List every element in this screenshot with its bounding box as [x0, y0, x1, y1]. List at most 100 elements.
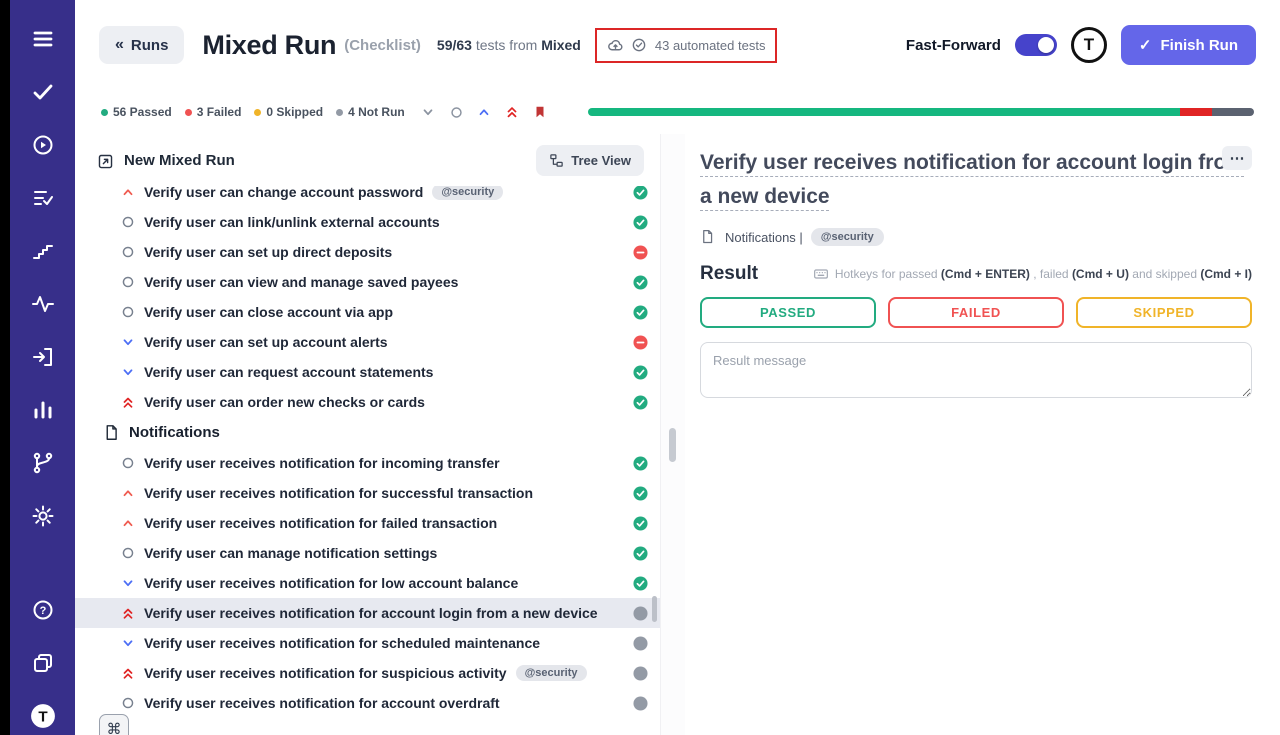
test-row[interactable]: Verify user receives notification for su…	[75, 478, 660, 508]
test-row[interactable]: Verify user can set up direct deposits	[75, 237, 660, 267]
status-icon	[633, 245, 648, 260]
test-title: Verify user can manage notification sett…	[144, 545, 437, 561]
run-stat[interactable]: 4 Not Run	[336, 105, 405, 119]
tree-view-button[interactable]: Tree View	[536, 145, 644, 176]
finish-run-label: Finish Run	[1161, 37, 1239, 54]
run-board-icon	[97, 152, 114, 169]
test-row[interactable]: Verify user receives notification for lo…	[75, 568, 660, 598]
finish-run-button[interactable]: ✓ Finish Run	[1121, 25, 1256, 65]
result-message-input[interactable]	[700, 342, 1252, 398]
status-icon	[633, 456, 648, 471]
bar-chart-icon[interactable]	[30, 397, 56, 423]
run-stat[interactable]: 56 Passed	[101, 105, 172, 119]
test-row[interactable]: Verify user can view and manage saved pa…	[75, 267, 660, 297]
tag-badge[interactable]: @security	[811, 228, 884, 246]
double-chevron-left-icon: «	[115, 36, 124, 54]
logo-icon[interactable]: T	[30, 703, 56, 729]
automated-tests-annotation: 43 automated tests	[595, 28, 778, 63]
tree-view-label: Tree View	[571, 153, 631, 168]
gear-icon[interactable]	[30, 503, 56, 529]
test-row[interactable]: Verify user can request account statemen…	[75, 357, 660, 387]
status-dot	[101, 109, 108, 116]
test-row[interactable]: Verify user can set up account alerts	[75, 327, 660, 357]
test-row[interactable]: Verify user receives notification for in…	[75, 448, 660, 478]
status-dot	[254, 109, 261, 116]
run-list-icon[interactable]	[30, 185, 56, 211]
test-row[interactable]: Verify user receives notification for ac…	[75, 688, 660, 718]
test-row[interactable]: Verify user receives notification for ac…	[75, 598, 660, 628]
fast-forward-toggle[interactable]	[1015, 34, 1057, 56]
status-icon	[633, 395, 648, 410]
breadcrumb: Notifications | @security	[700, 228, 1252, 246]
runs-back-button[interactable]: « Runs	[99, 26, 184, 64]
menu-icon[interactable]	[30, 26, 56, 52]
list-scrollbar-thumb[interactable]	[652, 596, 657, 622]
double-chevron-up-filter-icon[interactable]	[505, 105, 520, 120]
priority-icon	[121, 606, 135, 620]
test-row[interactable]: Verify user can order new checks or card…	[75, 387, 660, 417]
priority-icon	[121, 275, 135, 289]
progress-segment	[1212, 108, 1254, 116]
test-title: Verify user can set up account alerts	[144, 334, 388, 350]
test-title: Verify user receives notification for in…	[144, 455, 500, 471]
status-icon	[633, 576, 648, 591]
check-circle-icon	[631, 37, 648, 54]
priority-icon	[121, 666, 135, 680]
status-icon	[633, 486, 648, 501]
test-row[interactable]: Verify user can link/unlink external acc…	[75, 207, 660, 237]
chevron-up-filter-icon[interactable]	[477, 105, 492, 120]
tests-count-suffix: tests from	[472, 37, 541, 53]
result-heading: Result	[700, 263, 758, 285]
test-row[interactable]: Verify user can change account password …	[75, 186, 660, 207]
test-title: Verify user can order new checks or card…	[144, 394, 425, 410]
file-icon	[700, 229, 717, 246]
progress-segment	[1180, 108, 1212, 116]
svg-text:?: ?	[39, 605, 46, 617]
command-shortcut-button[interactable]: ⌘	[99, 714, 129, 735]
sign-in-icon[interactable]	[30, 344, 56, 370]
status-dot	[336, 109, 343, 116]
testomat-logo[interactable]: T	[1071, 27, 1107, 63]
check-icon[interactable]	[30, 79, 56, 105]
test-row[interactable]: Verify user can close account via app	[75, 297, 660, 327]
test-title: Verify user can set up direct deposits	[144, 244, 392, 260]
chevron-down-filter-icon[interactable]	[421, 105, 436, 120]
test-row[interactable]: Verify user receives notification for su…	[75, 658, 660, 688]
priority-icon	[121, 456, 135, 470]
status-icon	[633, 516, 648, 531]
page-scrollbar-thumb[interactable]	[669, 428, 676, 462]
breadcrumb-suite[interactable]: Notifications |	[725, 230, 803, 245]
suite-row[interactable]: Notifications	[75, 417, 660, 448]
runs-back-label: Runs	[131, 37, 169, 54]
status-icon	[633, 636, 648, 651]
stat-label: 0 Skipped	[266, 105, 323, 119]
activity-icon[interactable]	[30, 291, 56, 317]
test-title: Verify user receives notification for lo…	[144, 575, 518, 591]
priority-icon	[121, 486, 135, 500]
play-circle-icon[interactable]	[30, 132, 56, 158]
copy-icon[interactable]	[30, 650, 56, 676]
test-row[interactable]: Verify user can manage notification sett…	[75, 538, 660, 568]
run-stat[interactable]: 0 Skipped	[254, 105, 323, 119]
test-title: Verify user receives notification for ac…	[144, 695, 500, 711]
status-icon	[633, 275, 648, 290]
circle-filter-icon[interactable]	[449, 105, 464, 120]
mark-passed-button[interactable]: PASSED	[700, 297, 876, 328]
status-dot	[185, 109, 192, 116]
branch-icon[interactable]	[30, 450, 56, 476]
status-bar: 56 Passed 3 Failed 0 Skipped 4 Not Run	[75, 90, 1280, 134]
test-title: Verify user can view and manage saved pa…	[144, 274, 458, 290]
toggle-knob	[1038, 37, 1054, 53]
help-icon[interactable]: ?	[30, 597, 56, 623]
test-row[interactable]: Verify user receives notification for sc…	[75, 628, 660, 658]
more-options-button[interactable]: ⋯	[1222, 146, 1252, 170]
test-detail-title[interactable]: Verify user receives notification for ac…	[700, 146, 1245, 214]
tree-view-icon	[549, 153, 564, 168]
run-stat[interactable]: 3 Failed	[185, 105, 242, 119]
bookmark-icon[interactable]	[533, 105, 548, 120]
mark-failed-button[interactable]: FAILED	[888, 297, 1064, 328]
priority-icon	[121, 245, 135, 259]
test-row[interactable]: Verify user receives notification for fa…	[75, 508, 660, 538]
mark-skipped-button[interactable]: SKIPPED	[1076, 297, 1252, 328]
steps-icon[interactable]	[30, 238, 56, 264]
